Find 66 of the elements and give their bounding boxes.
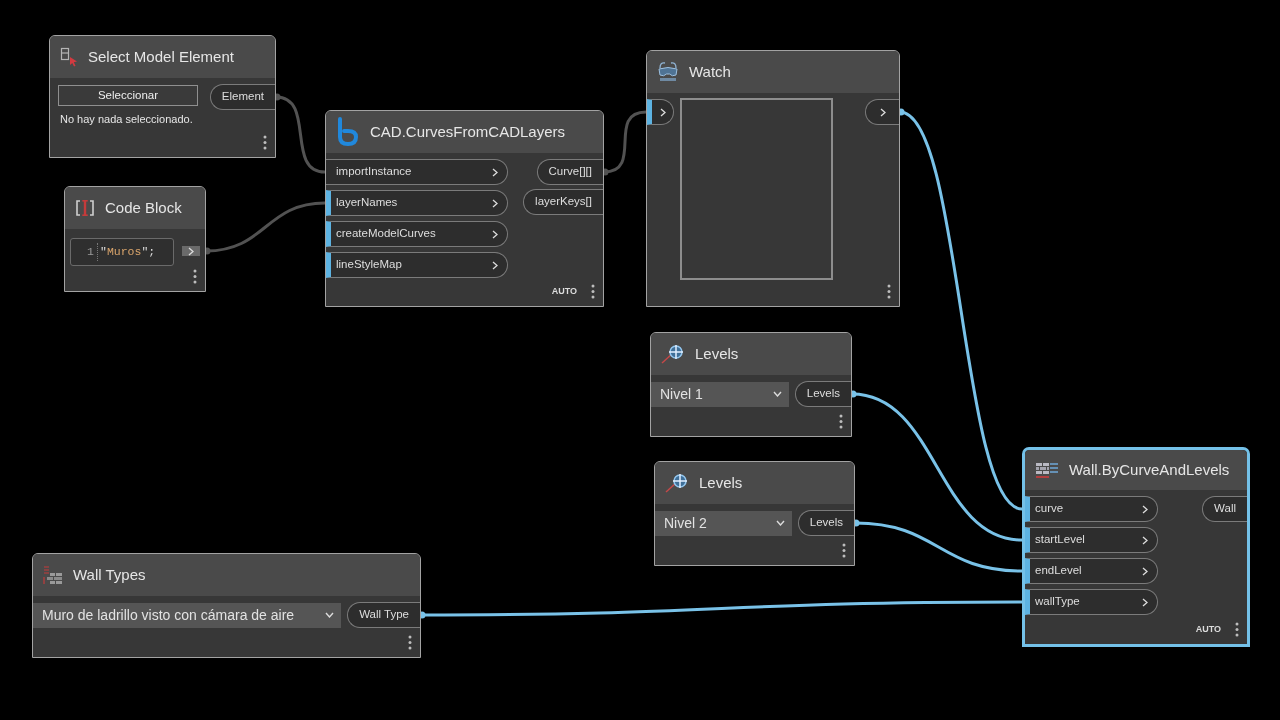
input-port[interactable]: importInstance [326, 159, 508, 185]
input-port[interactable]: endLevel [1025, 558, 1158, 584]
more-options-icon[interactable] [193, 269, 197, 284]
more-options-icon[interactable] [887, 284, 891, 299]
logo-icon [336, 117, 360, 147]
input-port[interactable]: layerNames [326, 190, 508, 216]
node-title: Wall.ByCurveAndLevels [1069, 459, 1230, 480]
chevron-right-icon [1142, 535, 1148, 545]
input-port[interactable]: lineStyleMap [326, 252, 508, 278]
output-port[interactable] [182, 246, 200, 256]
node-title: Watch [689, 61, 731, 82]
more-options-icon[interactable] [839, 414, 843, 429]
chevron-right-icon [492, 198, 498, 208]
run-mode-label: AUTO [551, 284, 577, 298]
output-port[interactable]: Wall [1202, 496, 1247, 522]
chevron-right-icon [879, 107, 886, 117]
crosshair-icon [665, 473, 689, 493]
node-title: Levels [699, 472, 743, 493]
more-options-icon[interactable] [842, 543, 846, 558]
node-title: Levels [695, 343, 739, 364]
output-port[interactable]: Wall Type [347, 602, 420, 628]
input-port[interactable] [647, 99, 674, 125]
code-editor-field[interactable]: 1 "Muros"; [70, 238, 174, 266]
crosshair-icon [661, 344, 685, 364]
element-cursor-icon [60, 47, 78, 67]
select-button[interactable]: Seleccionar [58, 85, 198, 106]
more-options-icon[interactable] [408, 635, 412, 650]
chevron-right-icon [1142, 597, 1148, 607]
dropdown-field[interactable]: Nivel 1 [651, 381, 789, 407]
code-text: "Muros"; [97, 243, 156, 261]
line-number: 1 [86, 244, 95, 261]
output-port[interactable]: Levels [797, 510, 854, 536]
output-port[interactable]: Curve[][] [536, 159, 603, 185]
goggles-icon [657, 61, 679, 83]
node-title: Code Block [105, 197, 182, 218]
node-title: Wall Types [73, 564, 146, 585]
output-port[interactable]: Element [209, 84, 275, 110]
more-options-icon[interactable] [591, 284, 595, 299]
dropdown-field[interactable]: Muro de ladrillo visto con cámara de aire [33, 602, 342, 628]
run-mode-label: AUTO [1195, 622, 1221, 636]
chevron-right-icon [659, 107, 666, 117]
chevron-right-icon [1142, 504, 1148, 514]
chevron-right-icon [492, 167, 498, 177]
node-title: CAD.CurvesFromCADLayers [370, 121, 566, 142]
input-port[interactable]: wallType [1025, 589, 1158, 615]
brick-wall-icon [1035, 461, 1059, 479]
more-options-icon[interactable] [1235, 622, 1239, 637]
chevron-right-icon [492, 260, 498, 270]
output-port[interactable] [865, 99, 899, 125]
status-message: No hay nada seleccionado. [59, 112, 194, 127]
output-port[interactable]: layerKeys[] [523, 189, 603, 215]
chevron-right-icon [1142, 566, 1148, 576]
node-title: Select Model Element [88, 46, 234, 67]
chevron-down-icon [325, 612, 335, 618]
chevron-down-icon [775, 520, 785, 526]
chevron-down-icon [772, 391, 782, 397]
dropdown-field[interactable]: Nivel 2 [655, 510, 792, 536]
chevron-right-icon [492, 229, 498, 239]
brick-wall-icon [43, 565, 63, 585]
output-port[interactable]: Levels [794, 381, 851, 407]
input-port[interactable]: curve [1025, 496, 1158, 522]
chevron-right-icon [188, 246, 194, 256]
input-port[interactable]: createModelCurves [326, 221, 508, 247]
brackets-icon [75, 199, 95, 217]
input-port[interactable]: startLevel [1025, 527, 1158, 553]
more-options-icon[interactable] [263, 135, 267, 150]
